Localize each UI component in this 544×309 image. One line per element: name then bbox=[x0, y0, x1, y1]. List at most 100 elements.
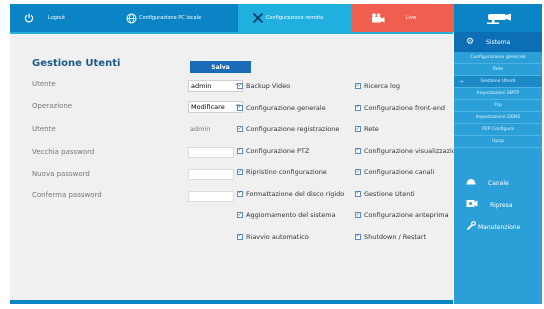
user-select[interactable]: admin ▼ bbox=[188, 80, 243, 92]
tab-live[interactable]: Live bbox=[352, 4, 454, 32]
brand-logo bbox=[454, 4, 542, 32]
permission-checkbox[interactable]: ✓ bbox=[355, 104, 361, 111]
permission-checkbox[interactable]: ✓ bbox=[237, 190, 243, 197]
operation-select[interactable]: Modificare ▼ bbox=[188, 101, 243, 113]
arrow-right-icon: → bbox=[459, 78, 464, 85]
bottom-bar bbox=[10, 300, 453, 304]
power-icon bbox=[24, 13, 34, 23]
sidebar-section-system[interactable]: ⚙ Sistema bbox=[454, 32, 542, 52]
user-value: admin bbox=[190, 125, 211, 133]
sidebar-subitem-label: Upnp bbox=[492, 139, 504, 144]
permission-checkbox[interactable]: ✓ bbox=[355, 147, 361, 154]
app-window: Logout Configurazione PC locale Configur… bbox=[10, 4, 542, 304]
sidebar-section-channel[interactable]: Canale bbox=[454, 172, 542, 194]
sidebar-subitem[interactable]: Rete bbox=[454, 64, 542, 76]
permission-row[interactable]: ✓ Configurazione registrazione bbox=[237, 125, 339, 133]
permission-row[interactable]: ✓ Formattazione del disco rigido bbox=[237, 190, 344, 198]
permission-checkbox[interactable]: ✓ bbox=[355, 233, 361, 240]
tab-remote-config-label: Configurazione remota bbox=[266, 15, 324, 21]
sidebar: ⚙ Sistema Configurazione generale Rete → Ge… bbox=[454, 32, 542, 304]
permission-checkbox[interactable]: ✓ bbox=[355, 190, 361, 197]
permission-row[interactable]: ✓ Configurazione generale bbox=[237, 104, 326, 112]
sidebar-section-channel-label: Canale bbox=[488, 179, 509, 187]
permission-row[interactable]: ✓ Backup Video bbox=[237, 82, 290, 90]
permission-label: Ricerca log bbox=[364, 82, 400, 90]
permission-row[interactable]: ✓ Shutdown / Restart bbox=[355, 233, 426, 241]
permission-row[interactable]: ✓ Aggiornamento del sistema bbox=[237, 211, 336, 219]
new-password-field[interactable] bbox=[188, 169, 234, 180]
permission-label: Riavvio automatico bbox=[246, 232, 309, 241]
permission-label: Configurazione visualizzazione bbox=[364, 146, 464, 155]
confirm-password-label: Conferma password bbox=[32, 191, 102, 199]
permission-row[interactable]: ✓ Configurazione canali bbox=[355, 168, 434, 176]
permission-checkbox[interactable]: ✓ bbox=[237, 169, 243, 175]
permission-checkbox[interactable]: ✓ bbox=[237, 147, 243, 154]
permission-label: Configurazione anteprima bbox=[364, 211, 449, 219]
sidebar-subitem-label: Gestione Utenti bbox=[480, 79, 516, 84]
sidebar-subitem[interactable]: P2P Configura bbox=[454, 124, 542, 136]
user-select-value: admin bbox=[191, 82, 212, 90]
permission-row[interactable]: ✓ Configurazione anteprima bbox=[355, 211, 449, 219]
sidebar-subitem[interactable]: Ftp bbox=[454, 100, 542, 112]
sidebar-subitem[interactable]: Upnp bbox=[454, 136, 542, 148]
sidebar-subitem[interactable]: Impostazioni SMTP bbox=[454, 88, 542, 100]
permission-row[interactable]: ✓ Configurazione front-end bbox=[355, 104, 445, 112]
permission-checkbox[interactable]: ✓ bbox=[355, 212, 361, 218]
sidebar-subitem-label: P2P Configura bbox=[482, 127, 514, 132]
sidebar-section-system-label: Sistema bbox=[486, 38, 511, 46]
page-title: Gestione Utenti bbox=[32, 58, 121, 69]
confirm-password-field[interactable] bbox=[188, 191, 234, 202]
permission-label: Configurazione generale bbox=[246, 103, 326, 112]
permission-checkbox[interactable]: ✓ bbox=[237, 126, 243, 132]
sidebar-section-maintenance[interactable]: Manutenzione bbox=[454, 216, 542, 238]
user-label-2: Utente bbox=[32, 125, 56, 133]
sidebar-subitem[interactable]: Impostazione DDNS bbox=[454, 112, 542, 124]
tab-remote-config[interactable]: Configurazione remota bbox=[238, 4, 352, 32]
permission-label: Shutdown / Restart bbox=[364, 232, 427, 241]
content-panel: Gestione Utenti Salva Utente Operazione … bbox=[10, 32, 464, 304]
operation-label: Operazione bbox=[32, 102, 73, 110]
permission-row[interactable]: ✓ Configurazione visualizzazione bbox=[355, 147, 464, 155]
sidebar-subitem-label: Impostazioni SMTP bbox=[476, 91, 520, 96]
permission-checkbox[interactable]: ✓ bbox=[237, 212, 243, 218]
permission-row[interactable]: ✓ Configurazione PTZ bbox=[237, 147, 309, 155]
permission-checkbox[interactable]: ✓ bbox=[355, 83, 361, 89]
tab-live-label: Live bbox=[406, 15, 417, 21]
tab-logout[interactable]: Logout bbox=[10, 4, 124, 32]
permission-row[interactable]: ✓ Ricerca log bbox=[355, 82, 400, 90]
sidebar-section-maintenance-label: Manutenzione bbox=[478, 223, 521, 231]
sidebar-subitem[interactable]: → Gestione Utenti bbox=[454, 76, 542, 88]
user-label: Utente bbox=[32, 80, 56, 88]
sidebar-subitem-label: Ftp bbox=[494, 103, 502, 108]
save-button[interactable]: Salva bbox=[190, 61, 251, 73]
permission-label: Configurazione PTZ bbox=[246, 146, 310, 155]
permission-checkbox[interactable]: ✓ bbox=[237, 233, 243, 240]
wrench-screwdriver-icon bbox=[252, 12, 264, 24]
permission-label: Formattazione del disco rigido bbox=[246, 189, 345, 198]
permission-checkbox[interactable]: ✓ bbox=[355, 126, 361, 132]
permission-row[interactable]: ✓ Rete bbox=[355, 125, 379, 133]
video-recorder-icon bbox=[466, 199, 478, 211]
video-camera-icon bbox=[371, 13, 385, 23]
old-password-field[interactable] bbox=[188, 147, 234, 158]
wrench-icon bbox=[466, 220, 476, 234]
permission-label: Backup Video bbox=[246, 82, 291, 90]
sidebar-subitem[interactable]: Configurazione generale bbox=[454, 52, 542, 64]
tab-local-pc-config[interactable]: Configurazione PC locale bbox=[124, 4, 238, 32]
permission-label: Gestione Utenti bbox=[364, 189, 415, 198]
tab-logout-label: Logout bbox=[48, 15, 66, 21]
permission-row[interactable]: ✓ Ripristino configurazione bbox=[237, 168, 327, 176]
top-navigation-bar: Logout Configurazione PC locale Configur… bbox=[10, 4, 542, 35]
sidebar-section-recording[interactable]: Ripresa bbox=[454, 194, 542, 216]
permission-row[interactable]: ✓ Gestione Utenti bbox=[355, 190, 415, 198]
permission-row[interactable]: ✓ Riavvio automatico bbox=[237, 233, 309, 241]
sidebar-subitem-label: Rete bbox=[492, 67, 504, 72]
permission-checkbox[interactable]: ✓ bbox=[237, 104, 243, 111]
new-password-label: Nuova password bbox=[32, 170, 90, 178]
permission-label: Configurazione registrazione bbox=[246, 125, 340, 133]
gear-icon: ⚙ bbox=[466, 37, 475, 47]
permission-checkbox[interactable]: ✓ bbox=[237, 83, 243, 89]
permission-checkbox[interactable]: ✓ bbox=[355, 169, 361, 175]
cctv-camera-icon bbox=[484, 11, 512, 25]
old-password-label: Vecchia password bbox=[32, 148, 95, 156]
